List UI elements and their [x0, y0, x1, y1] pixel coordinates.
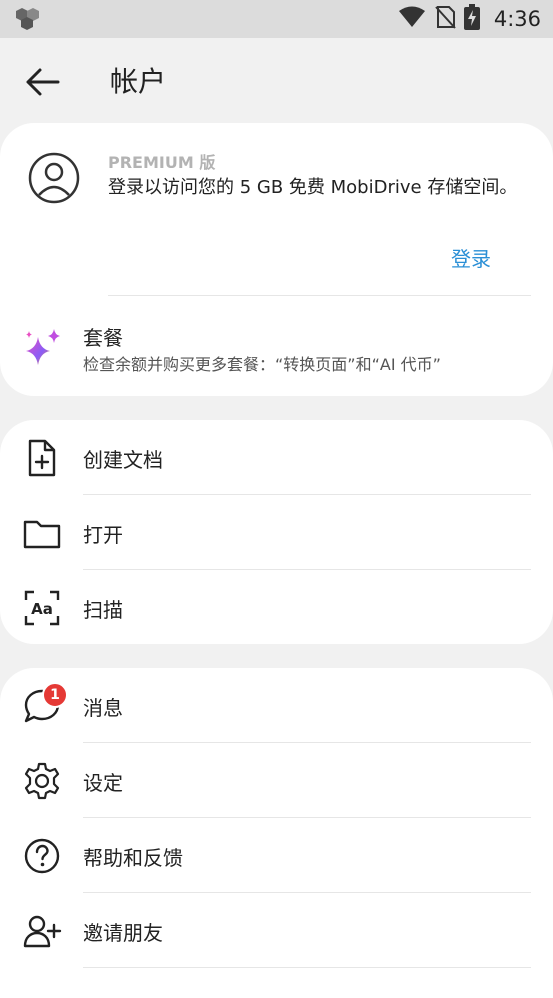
help-circle-icon — [22, 836, 62, 876]
scan-text-icon: Aa — [22, 588, 62, 628]
add-person-icon — [22, 911, 62, 951]
page-title: 帐户 — [110, 65, 167, 98]
plans-subtitle: 检查余额并购买更多套餐：“转换页面”和“AI 代币” — [83, 355, 441, 374]
status-time: 4:36 — [493, 7, 541, 31]
new-document-icon — [22, 438, 62, 478]
divider — [83, 967, 531, 968]
folder-icon — [22, 513, 62, 553]
chat-bubble-icon: 1 — [22, 682, 68, 726]
help-feedback-item[interactable]: 帮助和反馈 — [0, 818, 553, 893]
sparkle-icon — [22, 327, 62, 371]
invite-friends-label: 邀请朋友 — [83, 921, 163, 945]
help-feedback-label: 帮助和反馈 — [83, 846, 183, 870]
app-notification-icon — [14, 6, 42, 36]
open-item[interactable]: 打开 — [0, 495, 553, 570]
messages-badge: 1 — [42, 682, 68, 708]
plans-item[interactable]: 套餐 检查余额并购买更多套餐：“转换页面”和“AI 代币” — [0, 295, 553, 395]
messages-item[interactable]: 1 消息 — [0, 668, 553, 743]
avatar-icon — [27, 151, 81, 209]
app-bar: 帐户 — [0, 38, 553, 124]
gear-icon — [22, 761, 62, 801]
scan-label: 扫描 — [83, 598, 123, 622]
premium-label: PREMIUM 版 — [108, 153, 216, 172]
more-actions-card: 1 消息 设定 帮助和反馈 邀请朋友 — [0, 668, 553, 998]
file-actions-card: 创建文档 打开 Aa 扫描 — [0, 420, 553, 644]
battery-charging-icon — [463, 4, 480, 34]
svg-text:Aa: Aa — [31, 600, 53, 618]
invite-friends-item[interactable]: 邀请朋友 — [0, 893, 553, 968]
premium-description: 登录以访问您的 5 GB 免费 MobiDrive 存储空间。 — [108, 177, 518, 198]
create-document-label: 创建文档 — [83, 448, 163, 472]
back-arrow-icon[interactable] — [22, 62, 62, 102]
wifi-icon — [398, 6, 426, 32]
scan-item[interactable]: Aa 扫描 — [0, 570, 553, 645]
account-card: PREMIUM 版 登录以访问您的 5 GB 免费 MobiDrive 存储空间… — [0, 123, 553, 396]
status-bar: 4:36 — [0, 0, 553, 38]
settings-label: 设定 — [83, 771, 123, 795]
create-document-item[interactable]: 创建文档 — [0, 420, 553, 495]
plans-title: 套餐 — [83, 326, 123, 350]
no-sim-icon — [434, 5, 456, 33]
login-button[interactable]: 登录 — [451, 243, 491, 272]
messages-label: 消息 — [83, 696, 123, 720]
open-label: 打开 — [83, 523, 123, 547]
settings-item[interactable]: 设定 — [0, 743, 553, 818]
